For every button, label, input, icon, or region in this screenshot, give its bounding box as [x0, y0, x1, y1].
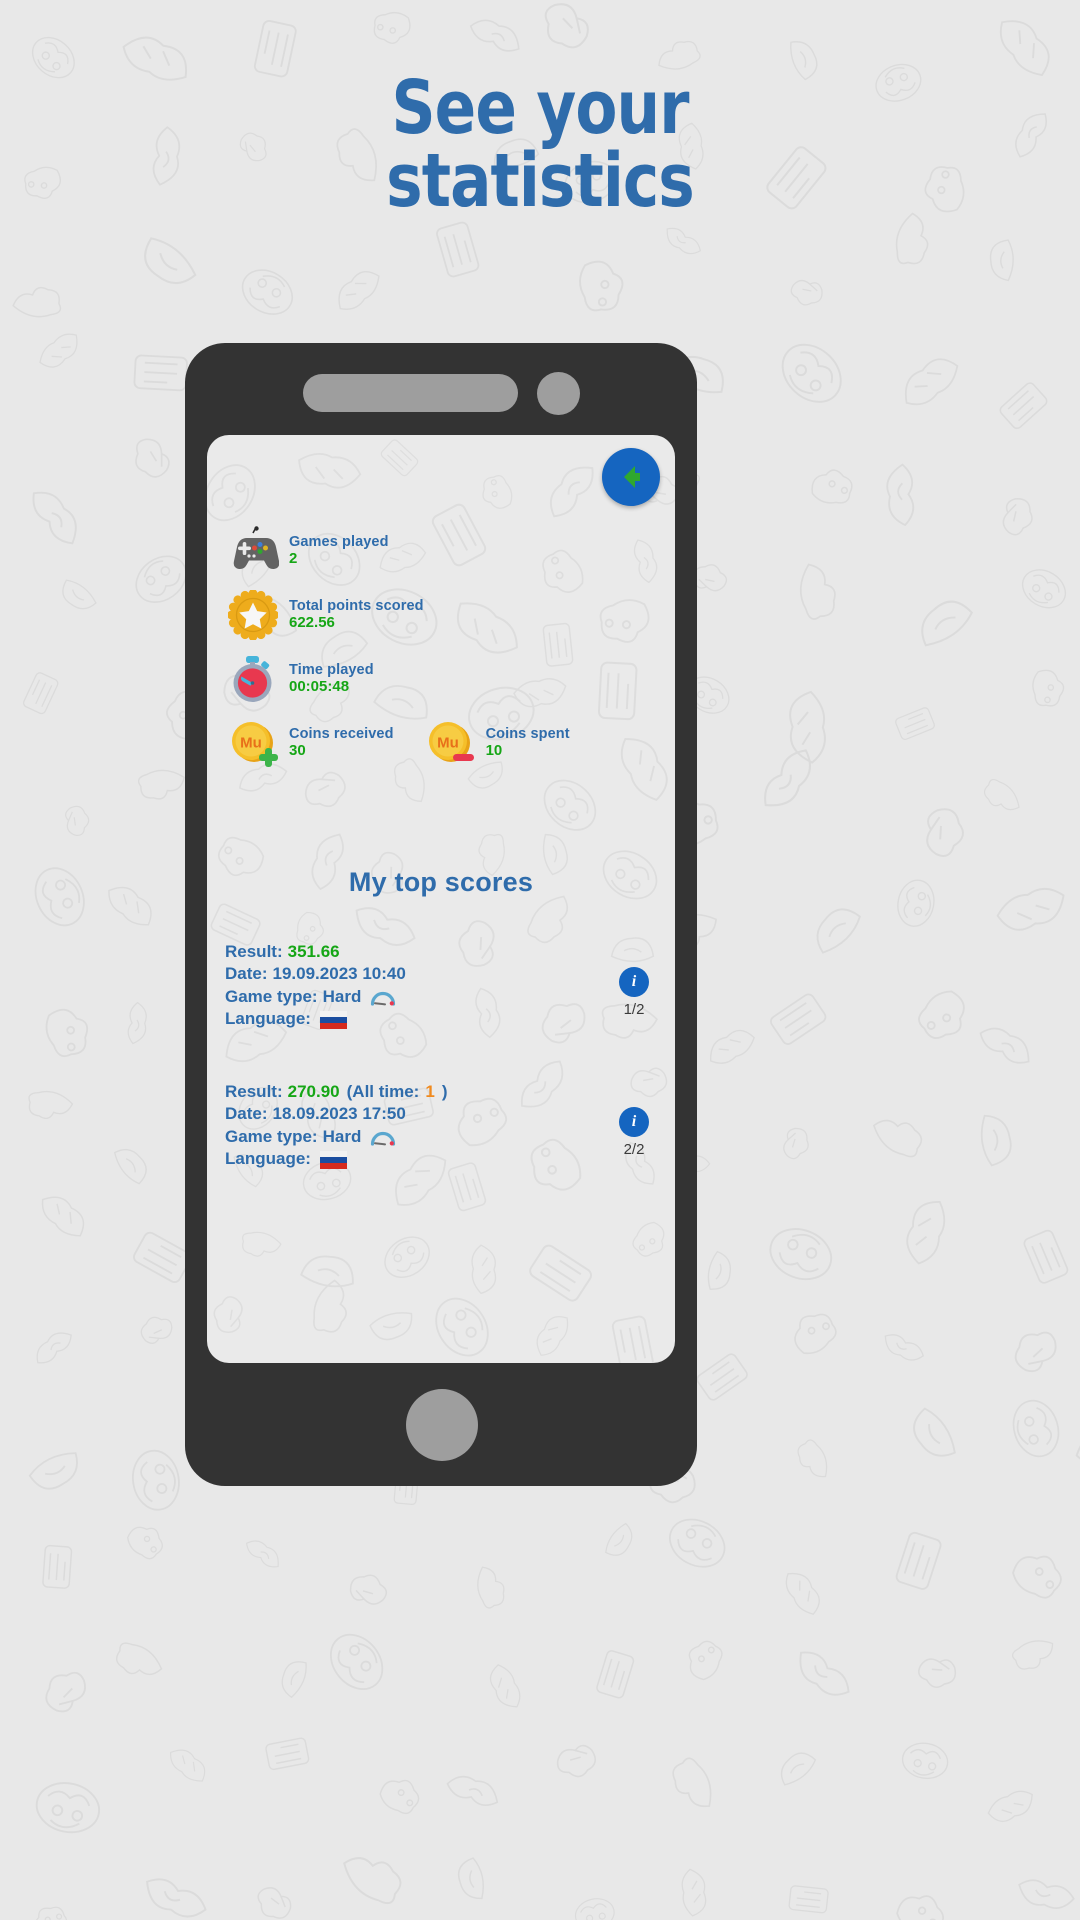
stat-label: Time played — [289, 661, 374, 678]
stat-label: Total points scored — [289, 597, 424, 614]
page-indicator: 1/2 — [623, 1001, 645, 1018]
date-label: Date: — [225, 964, 268, 984]
stat-label: Coins received — [289, 725, 394, 742]
score-language-line: Language: — [225, 1008, 555, 1030]
language-label: Language: — [225, 1009, 311, 1029]
game-type-label: Game type: — [225, 1126, 318, 1146]
score-entry: Result: 270.90 (All time: 1 ) Date: 18.0… — [225, 1081, 661, 1171]
arrow-left-icon — [624, 466, 640, 488]
stat-row-total-points: Total points scored 622.56 — [225, 583, 661, 647]
page-indicator: 2/2 — [623, 1141, 645, 1158]
stat-value: 00:05:48 — [289, 678, 350, 696]
coin-plus-icon: Mu — [225, 715, 281, 771]
result-label: Result: — [225, 1082, 283, 1101]
phone-mockup: Games played 2 Total points scored 622.5… — [185, 343, 697, 1486]
game-type-value: Hard — [322, 1126, 362, 1146]
stat-value: 2 — [289, 550, 298, 568]
date-label: Date: — [225, 1104, 268, 1124]
stat-value: 30 — [289, 742, 306, 760]
phone-screen: Games played 2 Total points scored 622.5… — [207, 435, 675, 1363]
result-value: 351.66 — [287, 942, 340, 961]
phone-speaker — [303, 374, 518, 412]
score-gametype-line: Game type: Hard — [225, 986, 555, 1008]
all-time-rank: 1 — [425, 1082, 435, 1101]
stat-value: 10 — [485, 742, 503, 760]
gamepad-icon — [225, 523, 281, 579]
result-value: 270.90 — [287, 1082, 340, 1101]
date-value: 19.09.2023 10:40 — [272, 964, 406, 984]
score-result-line: Result: 351.66 — [225, 941, 555, 963]
info-button[interactable]: i — [619, 1107, 649, 1137]
score-side-controls: i 2/2 — [619, 1107, 649, 1158]
score-language-line: Language: — [225, 1148, 555, 1170]
stopwatch-icon — [225, 651, 281, 707]
info-button[interactable]: i — [619, 967, 649, 997]
statistics-list: Games played 2 Total points scored 622.5… — [225, 519, 661, 775]
gauge-hard-icon — [370, 989, 396, 1006]
score-date-line: Date: 18.09.2023 17:50 — [225, 1103, 555, 1125]
all-time-suffix: ) — [441, 1082, 448, 1101]
game-type-value: Hard — [322, 986, 362, 1006]
page-title-line2: statistics — [386, 137, 695, 224]
back-button[interactable] — [602, 448, 660, 506]
stat-label: Coins spent — [485, 725, 570, 742]
date-value: 18.09.2023 17:50 — [272, 1104, 406, 1124]
score-gametype-line: Game type: Hard — [225, 1126, 555, 1148]
flag-russia-icon — [319, 1010, 347, 1029]
coins-spent-group: Mu Coins spent 10 — [422, 715, 570, 771]
stat-label: Games played — [289, 533, 389, 550]
score-entry: Result: 351.66 Date: 19.09.2023 10:40 Ga… — [225, 941, 661, 1031]
svg-text:Mu: Mu — [240, 735, 262, 752]
top-scores-heading: My top scores — [348, 867, 534, 897]
stat-row-time-played: Time played 00:05:48 — [225, 647, 661, 711]
coins-received-group: Mu Coins received 30 — [225, 715, 394, 771]
flag-russia-icon — [319, 1150, 347, 1169]
star-badge-icon — [225, 587, 281, 643]
stat-value: 622.56 — [289, 614, 335, 632]
score-side-controls: i 1/2 — [619, 967, 649, 1018]
score-date-line: Date: 19.09.2023 10:40 — [225, 963, 555, 985]
phone-home-button[interactable] — [406, 1389, 478, 1461]
coin-minus-icon: Mu — [422, 715, 478, 771]
game-type-label: Game type: — [225, 986, 318, 1006]
score-result-line: Result: 270.90 (All time: 1 ) — [225, 1081, 555, 1103]
all-time-prefix: (All time: — [346, 1082, 420, 1101]
page-title: See your statistics — [43, 71, 1037, 224]
gauge-hard-icon — [370, 1129, 396, 1146]
phone-camera — [537, 372, 580, 415]
stat-row-games-played: Games played 2 — [225, 519, 661, 583]
coins-row: Mu Coins received 30 Mu Coins spent 10 — [225, 711, 661, 775]
svg-text:Mu: Mu — [437, 735, 459, 752]
result-label: Result: — [225, 942, 283, 961]
language-label: Language: — [225, 1149, 311, 1169]
